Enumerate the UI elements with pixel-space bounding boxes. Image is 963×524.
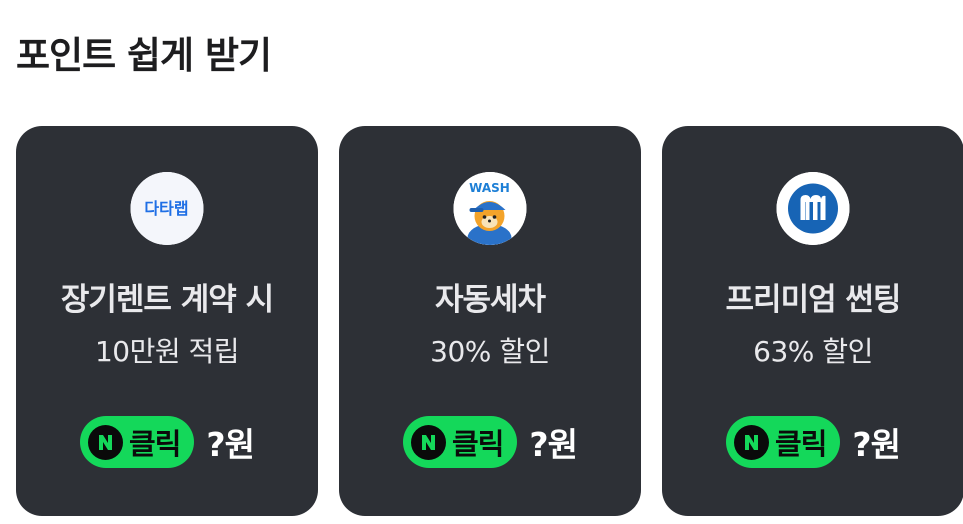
- wash-mascot-logo: WASH: [453, 172, 527, 245]
- offer-card-list: 다타랩 장기렌트 계약 시 10만원 적립 클릭 ?원 WASH 자동세차 30…: [16, 126, 963, 516]
- click-label: 클릭: [775, 427, 827, 461]
- offer-subtitle: 10만원 적립: [94, 335, 240, 368]
- offer-card-long-term-rent[interactable]: 다타랩 장기렌트 계약 시 10만원 적립 클릭 ?원: [16, 126, 318, 516]
- logo-text: WASH: [469, 181, 510, 195]
- datalab-logo: 다타랩: [130, 172, 204, 245]
- logo-text: 다타랩: [144, 199, 188, 218]
- click-button[interactable]: 클릭: [80, 416, 195, 468]
- offer-title: 프리미엄 썬팅: [725, 282, 902, 318]
- click-label: 클릭: [452, 427, 504, 461]
- offer-subtitle: 63% 할인: [753, 335, 873, 368]
- offer-title: 자동세차: [434, 282, 546, 318]
- offer-title: 장기렌트 계약 시: [60, 282, 274, 318]
- naver-n-icon: [88, 424, 124, 460]
- click-label: 클릭: [129, 427, 181, 461]
- click-button[interactable]: 클릭: [726, 416, 841, 468]
- section-title: 포인트 쉽게 받기: [16, 34, 272, 77]
- reward-amount: ?원: [852, 425, 901, 464]
- reward-row: 클릭 ?원: [662, 416, 963, 468]
- reward-row: 클릭 ?원: [16, 416, 318, 468]
- naver-n-icon: [734, 424, 770, 460]
- click-button[interactable]: 클릭: [403, 416, 518, 468]
- m-circle-logo: [776, 172, 850, 245]
- reward-amount: ?원: [206, 425, 255, 464]
- offer-subtitle: 30% 할인: [430, 335, 550, 368]
- reward-row: 클릭 ?원: [339, 416, 641, 468]
- naver-n-icon: [411, 424, 447, 460]
- points-page: 포인트 쉽게 받기 다타랩 장기렌트 계약 시 10만원 적립 클릭 ?원 WA…: [0, 0, 963, 524]
- offer-card-premium-tinting[interactable]: 프리미엄 썬팅 63% 할인 클릭 ?원: [662, 126, 963, 516]
- reward-amount: ?원: [529, 425, 578, 464]
- offer-card-car-wash[interactable]: WASH 자동세차 30% 할인 클릭 ?원: [339, 126, 641, 516]
